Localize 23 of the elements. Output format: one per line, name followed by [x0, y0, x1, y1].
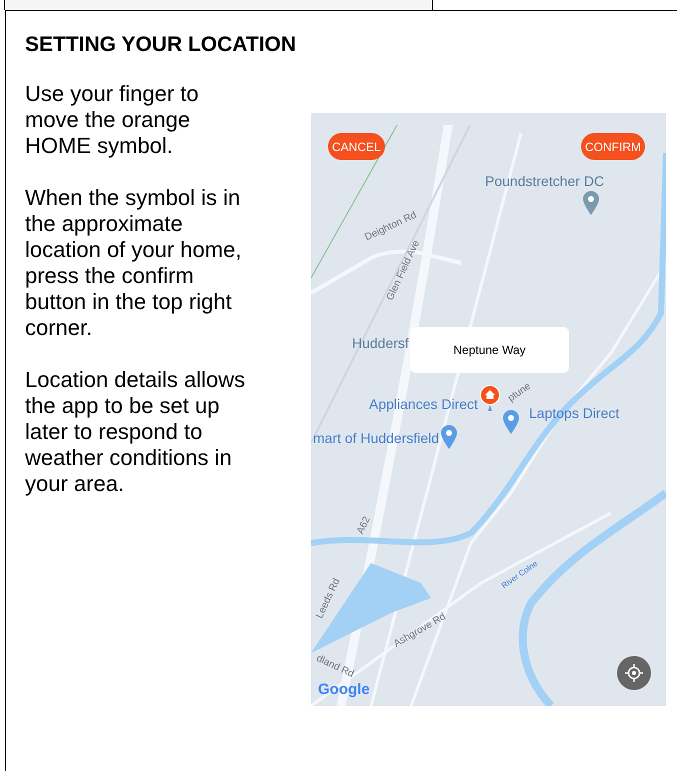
- crosshair-icon: [625, 664, 643, 682]
- map-pin-icon: [441, 425, 457, 449]
- map-pin-icon: [583, 191, 599, 215]
- map-label: Glen Field Ave: [384, 238, 424, 304]
- instruction-paragraph: Location details allows the app to be set up later to respond to weather conditions in your area.: [25, 366, 246, 496]
- map-label: Poundstretcher DC: [485, 172, 604, 191]
- google-logo: Google: [318, 680, 370, 700]
- map-label: Leeds Rd: [313, 576, 344, 622]
- location-popup: Neptune Way: [410, 327, 569, 373]
- map-pin-icon: [503, 410, 519, 434]
- map-label: Laptops Direct: [529, 404, 620, 423]
- section-heading: SETTING YOUR LOCATION: [25, 32, 298, 58]
- cancel-button[interactable]: CANCEL: [328, 133, 385, 160]
- map-label: mart of Huddersfield: [313, 429, 440, 448]
- instruction-paragraph: When the symbol is in the approximate location of your home, press the confirm button in the top right corner.: [25, 184, 242, 340]
- confirm-button[interactable]: CONFIRM: [581, 133, 645, 160]
- instruction-paragraph: Use your finger to move the orange HOME symbol.: [25, 80, 200, 158]
- map-label: Huddersf: [352, 334, 409, 353]
- locate-button[interactable]: [617, 656, 651, 690]
- map-label: Appliances Direct: [369, 395, 478, 414]
- map-label: A62: [354, 514, 374, 537]
- map-label: dland Rd: [314, 652, 356, 682]
- home-marker-icon: [480, 385, 500, 413]
